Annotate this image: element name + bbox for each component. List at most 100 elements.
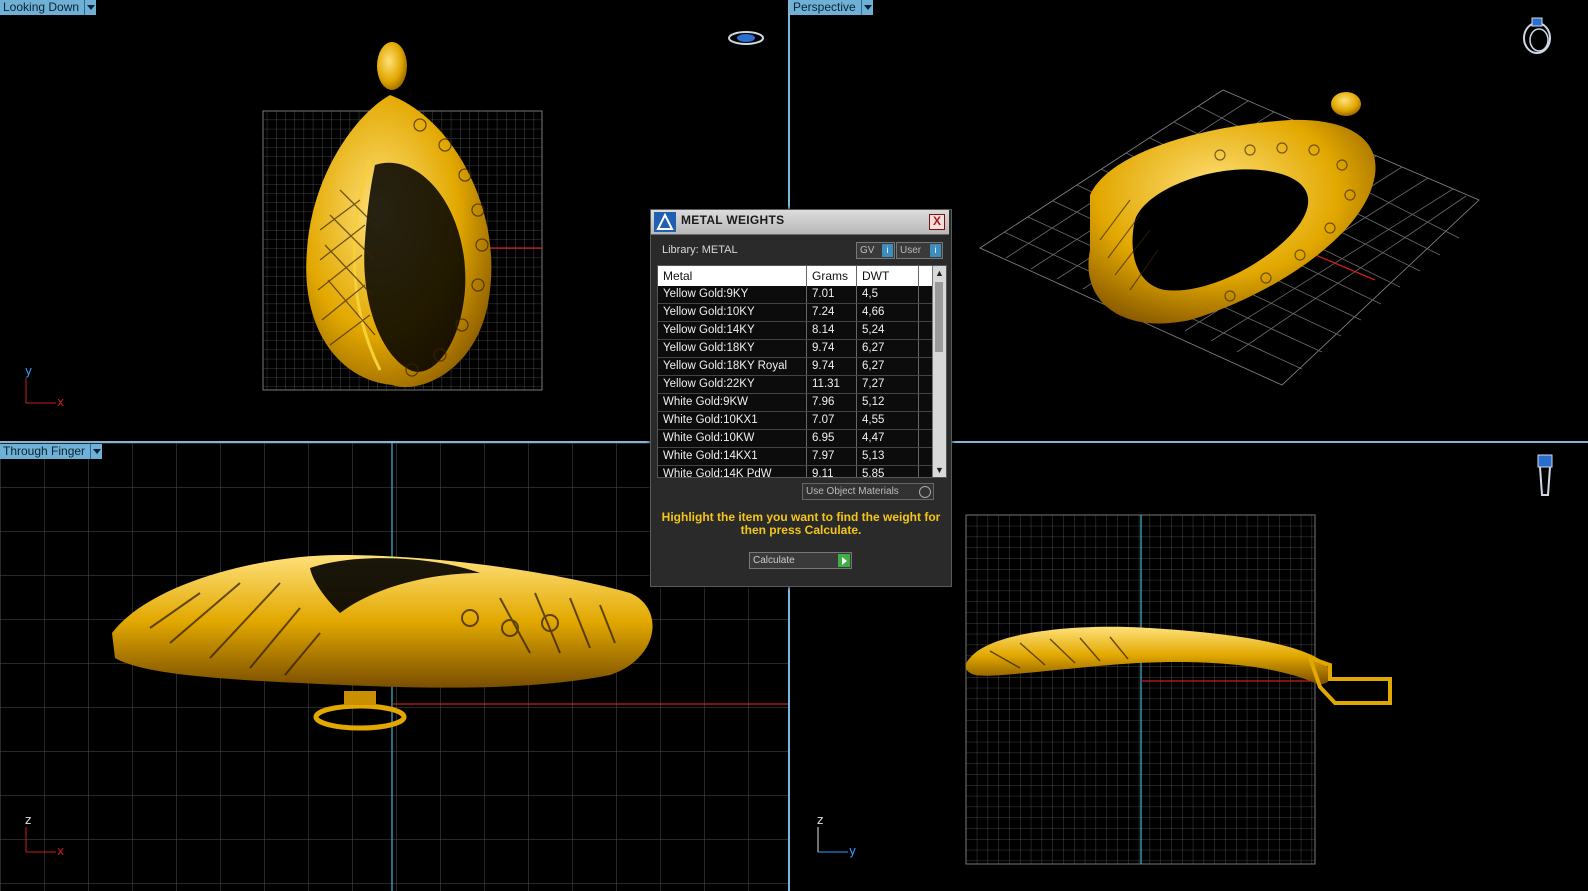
axis-label-z: z [817, 813, 823, 827]
cell-spacer [919, 286, 929, 303]
viewport-label-text: Perspective [790, 0, 861, 15]
cell-spacer [919, 448, 929, 465]
cell-spacer [919, 358, 929, 375]
table-row[interactable]: White Gold:14KX1 7.97 5,13 [658, 448, 946, 466]
close-button[interactable]: X [929, 214, 945, 230]
calculate-label: Calculate [753, 555, 795, 566]
cell-metal: White Gold:10KX1 [658, 412, 807, 429]
cell-metal: White Gold:14K PdW [658, 466, 807, 477]
viewport-label-text: Looking Down [0, 0, 85, 15]
cell-spacer [919, 304, 929, 321]
cell-dwt: 4,66 [857, 304, 919, 321]
cell-metal: White Gold:14KX1 [658, 448, 807, 465]
axis-indicator [817, 827, 848, 853]
cell-spacer [919, 322, 929, 339]
chevron-down-icon[interactable] [84, 0, 97, 15]
table-row[interactable]: Yellow Gold:18KY 9.74 6,27 [658, 340, 946, 358]
scroll-thumb[interactable] [935, 282, 943, 352]
viewport-label-looking-down[interactable]: Looking Down [0, 0, 97, 15]
gear-icon [919, 486, 931, 498]
play-icon [838, 554, 850, 567]
cell-grams: 7.01 [807, 286, 857, 303]
chevron-down-icon[interactable] [90, 444, 103, 459]
cell-dwt: 6,27 [857, 340, 919, 357]
cell-metal: Yellow Gold:18KY [658, 340, 807, 357]
cell-metal: White Gold:9KW [658, 394, 807, 411]
column-header-dwt[interactable]: DWT [857, 266, 919, 286]
table-row[interactable]: White Gold:14K PdW 9.11 5,85 [658, 466, 946, 477]
cell-dwt: 6,27 [857, 358, 919, 375]
viewport-label-through-finger[interactable]: Through Finger [0, 444, 103, 459]
metal-weights-dialog: METAL WEIGHTS X Library: METAL GV i User… [650, 209, 952, 587]
cell-dwt: 7,27 [857, 376, 919, 393]
axis-label-z: z [25, 813, 31, 827]
table-row[interactable]: White Gold:10KW 6.95 4,47 [658, 430, 946, 448]
viewport-label-perspective[interactable]: Perspective [790, 0, 873, 15]
app-logo-icon [654, 212, 676, 232]
cell-metal: Yellow Gold:22KY [658, 376, 807, 393]
pendant-model-perspective [1088, 92, 1376, 324]
column-header-grams[interactable]: Grams [807, 266, 857, 286]
cell-metal: Yellow Gold:18KY Royal [658, 358, 807, 375]
info-icon: i [930, 244, 941, 257]
cell-dwt: 5,24 [857, 322, 919, 339]
cell-spacer [919, 340, 929, 357]
cell-metal: Yellow Gold:14KY [658, 322, 807, 339]
info-icon: i [882, 244, 893, 257]
cell-metal: Yellow Gold:9KY [658, 286, 807, 303]
cell-grams: 8.14 [807, 322, 857, 339]
dialog-titlebar[interactable]: METAL WEIGHTS X [651, 210, 949, 235]
cell-dwt: 5,12 [857, 394, 919, 411]
cell-grams: 6.95 [807, 430, 857, 447]
cell-dwt: 4,47 [857, 430, 919, 447]
library-label: Library: METAL [662, 244, 738, 256]
cell-dwt: 5,13 [857, 448, 919, 465]
use-object-materials-label: Use Object Materials [806, 486, 899, 497]
cell-spacer [919, 430, 929, 447]
gv-button[interactable]: GV i [856, 242, 895, 259]
axis-label-y: y [25, 364, 32, 378]
cell-grams: 11.31 [807, 376, 857, 393]
scroll-up-icon[interactable]: ▲ [935, 268, 944, 278]
table-body: Yellow Gold:9KY 7.01 4,5 Yellow Gold:10KY 7.… [658, 286, 946, 477]
cell-grams: 7.07 [807, 412, 857, 429]
cell-spacer [919, 376, 929, 393]
cell-grams: 7.96 [807, 394, 857, 411]
user-button[interactable]: User i [896, 242, 943, 259]
table-row[interactable]: White Gold:10KX1 7.07 4,55 [658, 412, 946, 430]
finger-view-icon [1537, 454, 1553, 496]
gv-label: GV [860, 245, 875, 256]
table-row[interactable]: White Gold:9KW 7.96 5,12 [658, 394, 946, 412]
table-row[interactable]: Yellow Gold:9KY 7.01 4,5 [658, 286, 946, 304]
table-header: Metal Grams DWT [658, 266, 946, 286]
metal-table[interactable]: Metal Grams DWT Yellow Gold:9KY 7.01 4,5 Ye… [657, 265, 947, 478]
table-row[interactable]: Yellow Gold:22KY 11.31 7,27 [658, 376, 946, 394]
column-header-metal[interactable]: Metal [658, 266, 807, 286]
cell-grams: 9.74 [807, 358, 857, 375]
cell-spacer [919, 394, 929, 411]
axis-label-x: x [57, 844, 64, 858]
table-row[interactable]: Yellow Gold:14KY 8.14 5,24 [658, 322, 946, 340]
axis-indicator [25, 378, 56, 404]
chevron-down-icon[interactable] [860, 0, 873, 15]
use-object-materials-button[interactable]: Use Object Materials [802, 483, 934, 500]
instruction-text: Highlight the item you want to find the … [661, 510, 941, 537]
dialog-title: METAL WEIGHTS [681, 213, 785, 227]
cell-spacer [919, 412, 929, 429]
table-scrollbar[interactable]: ▲ ▼ [932, 266, 946, 477]
cell-grams: 9.11 [807, 466, 857, 477]
cell-grams: 7.24 [807, 304, 857, 321]
pendant-model-top [306, 42, 492, 388]
view-cube-icon [728, 31, 764, 45]
user-label: User [900, 245, 922, 256]
table-row[interactable]: Yellow Gold:18KY Royal 9.74 6,27 [658, 358, 946, 376]
cell-dwt: 4,55 [857, 412, 919, 429]
table-row[interactable]: Yellow Gold:10KY 7.24 4,66 [658, 304, 946, 322]
cell-grams: 9.74 [807, 340, 857, 357]
axis-label-x: x [57, 395, 64, 409]
axis-label-y: y [849, 844, 856, 858]
cell-dwt: 5,85 [857, 466, 919, 477]
cell-dwt: 4,5 [857, 286, 919, 303]
scroll-down-icon[interactable]: ▼ [935, 465, 944, 475]
calculate-button[interactable]: Calculate [749, 552, 852, 569]
